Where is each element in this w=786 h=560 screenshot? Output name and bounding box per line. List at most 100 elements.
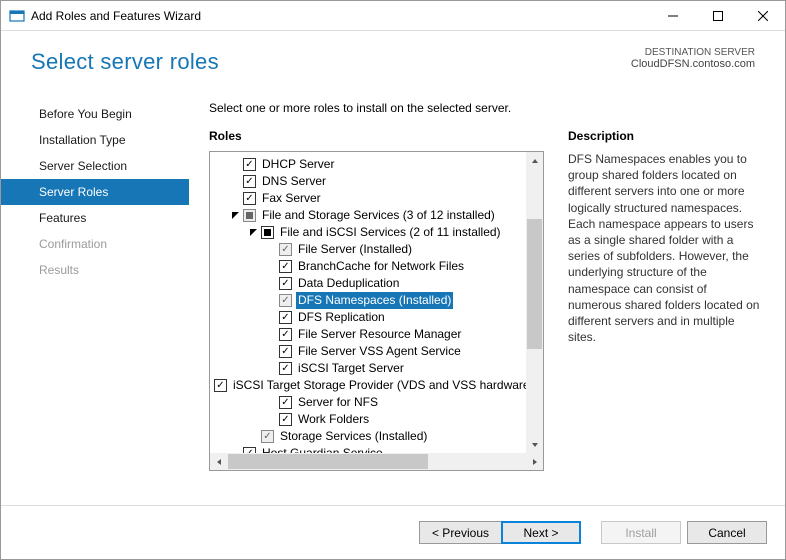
tree-node[interactable]: File Server Resource Manager [214,326,543,343]
tree-node[interactable]: Work Folders [214,411,543,428]
next-button[interactable]: Next > [501,521,581,544]
checkbox[interactable] [243,158,256,171]
tree-node[interactable]: File Server VSS Agent Service [214,343,543,360]
tree-node[interactable]: Storage Services (Installed) [214,428,543,445]
tree-node-label[interactable]: BranchCache for Network Files [296,258,466,275]
checkbox[interactable] [279,345,292,358]
minimize-button[interactable] [650,1,695,30]
checkbox[interactable] [214,379,227,392]
wizard-window: Add Roles and Features Wizard Select ser… [0,0,786,560]
tree-node[interactable]: DHCP Server [214,156,543,173]
tree-node[interactable]: BranchCache for Network Files [214,258,543,275]
tree-node-label[interactable]: Storage Services (Installed) [278,428,429,445]
vscroll-thumb[interactable] [527,219,542,349]
destination-server-name: CloudDFSN.contoso.com [631,58,755,70]
roles-tree[interactable]: DHCP ServerDNS ServerFax ServerFile and … [210,152,543,453]
tree-node-label[interactable]: iSCSI Target Server [296,360,406,377]
tree-node-label[interactable]: Server for NFS [296,394,380,411]
sidebar-item: Results [1,257,189,283]
tree-node-label[interactable]: File and Storage Services (3 of 12 insta… [260,207,497,224]
checkbox[interactable] [279,328,292,341]
tree-node-label[interactable]: Data Deduplication [296,275,401,292]
wizard-header: Select server roles DESTINATION SERVER C… [1,31,785,83]
destination-server-block: DESTINATION SERVER CloudDFSN.contoso.com [631,47,755,70]
checkbox [279,243,292,256]
tree-node-label[interactable]: DHCP Server [260,156,336,173]
tree-node-label[interactable]: Host Guardian Service [260,445,385,453]
tree-node-label[interactable]: DFS Replication [296,309,387,326]
tree-node-label[interactable]: Work Folders [296,411,371,428]
tree-node[interactable]: Fax Server [214,190,543,207]
description-column: Description DFS Namespaces enables you t… [568,129,761,505]
tree-node[interactable]: Data Deduplication [214,275,543,292]
roles-heading: Roles [209,129,544,143]
sidebar-item[interactable]: Features [1,205,189,231]
tree-node[interactable]: File and Storage Services (3 of 12 insta… [214,207,543,224]
horizontal-scrollbar[interactable] [210,453,543,470]
tree-node-label[interactable]: DNS Server [260,173,328,190]
checkbox [279,294,292,307]
checkbox[interactable] [243,192,256,205]
sidebar-item[interactable]: Server Roles [1,179,189,205]
sidebar-item[interactable]: Before You Begin [1,101,189,127]
checkbox[interactable] [279,277,292,290]
tree-node[interactable]: DFS Replication [214,309,543,326]
vertical-scrollbar[interactable] [526,152,543,453]
tree-node-label[interactable]: File Server Resource Manager [296,326,463,343]
tree-node-label[interactable]: DFS Namespaces (Installed) [296,292,453,309]
tree-node[interactable]: Server for NFS [214,394,543,411]
sidebar-item[interactable]: Installation Type [1,127,189,153]
checkbox [243,209,256,222]
maximize-button[interactable] [695,1,740,30]
hscroll-track[interactable] [227,453,526,470]
scroll-right-icon[interactable] [526,453,543,470]
window-buttons [650,1,785,30]
close-button[interactable] [740,1,785,30]
description-heading: Description [568,129,761,143]
content-columns: Roles DHCP ServerDNS ServerFax ServerFil… [209,129,761,505]
previous-button[interactable]: < Previous [419,521,501,544]
tree-node-label[interactable]: iSCSI Target Storage Provider (VDS and V… [231,377,543,394]
checkbox[interactable] [279,413,292,426]
cancel-button[interactable]: Cancel [687,521,767,544]
install-button: Install [601,521,681,544]
hscroll-thumb[interactable] [228,454,428,469]
checkbox[interactable] [243,447,256,453]
tree-node[interactable]: iSCSI Target Server [214,360,543,377]
scroll-down-icon[interactable] [526,436,543,453]
description-text: DFS Namespaces enables you to group shar… [568,151,761,345]
nav-button-group: < Previous Next > [419,521,581,544]
sidebar-item: Confirmation [1,231,189,257]
tree-node[interactable]: DFS Namespaces (Installed) [214,292,543,309]
collapse-icon[interactable] [230,210,241,221]
roles-tree-body: DHCP ServerDNS ServerFax ServerFile and … [210,152,543,453]
checkbox[interactable] [279,311,292,324]
checkbox[interactable] [261,226,274,239]
scroll-left-icon[interactable] [210,453,227,470]
tree-node-label[interactable]: Fax Server [260,190,323,207]
roles-column: Roles DHCP ServerDNS ServerFax ServerFil… [209,129,544,505]
tree-node[interactable]: File and iSCSI Services (2 of 11 install… [214,224,543,241]
checkbox [261,430,274,443]
tree-node[interactable]: iSCSI Target Storage Provider (VDS and V… [214,377,543,394]
sidebar-item[interactable]: Server Selection [1,153,189,179]
titlebar: Add Roles and Features Wizard [1,1,785,31]
wizard-footer: < Previous Next > Install Cancel [1,505,785,559]
checkbox[interactable] [243,175,256,188]
wizard-steps-sidebar: Before You BeginInstallation TypeServer … [1,83,189,505]
vscroll-track[interactable] [526,169,543,436]
checkbox[interactable] [279,260,292,273]
checkbox[interactable] [279,396,292,409]
tree-node-label[interactable]: File Server (Installed) [296,241,414,258]
tree-node-label[interactable]: File Server VSS Agent Service [296,343,463,360]
tree-node[interactable]: Host Guardian Service [214,445,543,453]
collapse-icon[interactable] [248,227,259,238]
tree-node[interactable]: File Server (Installed) [214,241,543,258]
wizard-body: Before You BeginInstallation TypeServer … [1,83,785,505]
tree-node[interactable]: DNS Server [214,173,543,190]
checkbox[interactable] [279,362,292,375]
scroll-up-icon[interactable] [526,152,543,169]
main-panel: Select one or more roles to install on t… [189,83,785,505]
tree-node-label[interactable]: File and iSCSI Services (2 of 11 install… [278,224,503,241]
destination-server-label: DESTINATION SERVER [631,47,755,58]
